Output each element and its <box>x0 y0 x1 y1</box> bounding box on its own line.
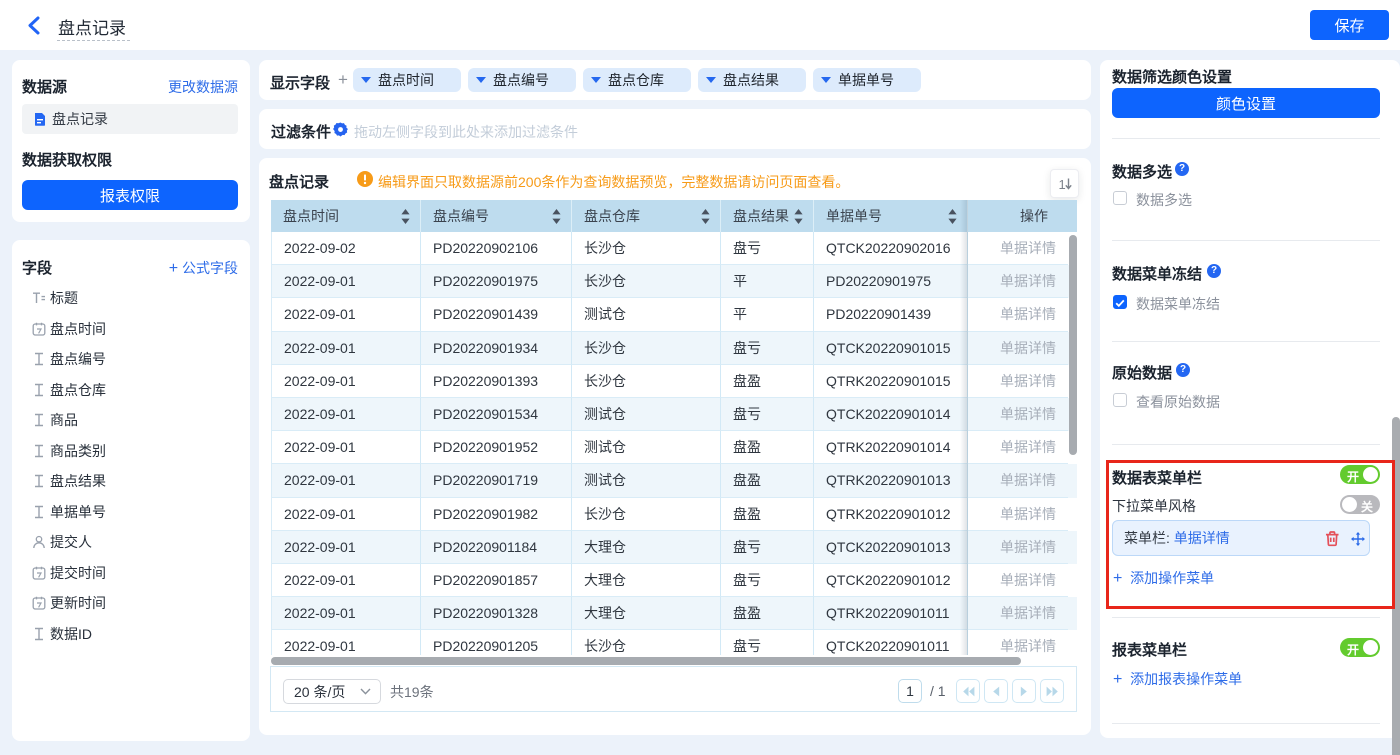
svg-text:1: 1 <box>1058 177 1065 192</box>
